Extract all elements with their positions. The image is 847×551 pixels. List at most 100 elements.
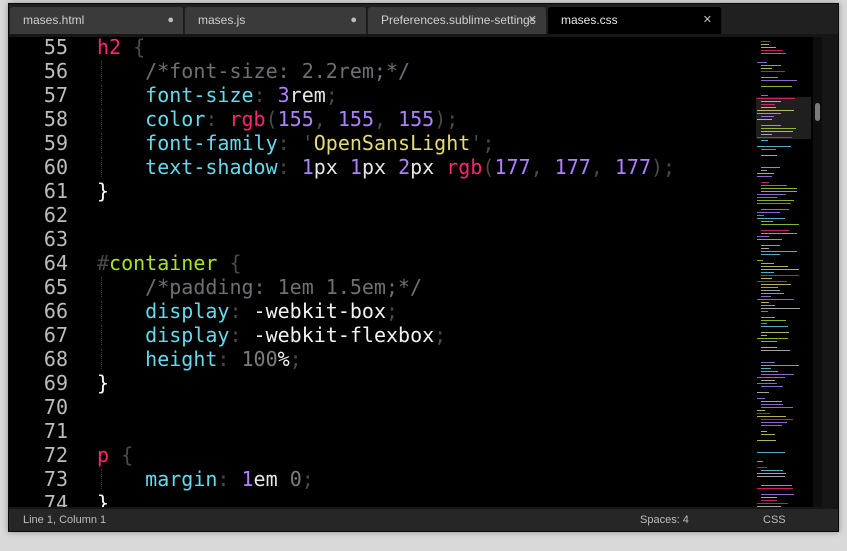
code-line[interactable]: 74} bbox=[9, 491, 749, 507]
vertical-scrollbar[interactable] bbox=[813, 37, 822, 507]
code-token: , bbox=[313, 107, 326, 131]
minimap-line bbox=[757, 110, 794, 111]
code-line[interactable]: 67 display: -webkit-flexbox; bbox=[9, 323, 749, 347]
minimap-line bbox=[761, 470, 783, 471]
unsaved-dot-icon[interactable]: ● bbox=[167, 7, 174, 34]
code-line[interactable]: 64 #container { bbox=[9, 251, 749, 275]
code-line[interactable]: 73 margin: 1em 0; bbox=[9, 467, 749, 491]
scrollbar-thumb[interactable] bbox=[815, 103, 820, 121]
code-line[interactable]: 69} bbox=[9, 371, 749, 395]
code-token: 100 bbox=[241, 347, 278, 371]
code-line[interactable]: 70 bbox=[9, 395, 749, 419]
code-token: ; bbox=[289, 347, 302, 371]
unsaved-dot-icon[interactable]: ● bbox=[350, 7, 357, 34]
indent-guide bbox=[101, 109, 102, 129]
code-line[interactable]: 63 bbox=[9, 227, 749, 251]
code-token: px bbox=[313, 155, 338, 179]
code-token: : bbox=[217, 467, 230, 491]
code-line[interactable]: 59 font-family: 'OpenSansLight'; bbox=[9, 131, 749, 155]
indent-guide bbox=[101, 61, 102, 81]
code-token: ; bbox=[663, 155, 676, 179]
tab-mases-html[interactable]: mases.html ● bbox=[10, 7, 184, 34]
code-token: : bbox=[277, 155, 290, 179]
minimap-line bbox=[761, 263, 774, 264]
minimap-line bbox=[761, 494, 794, 495]
code-editor[interactable]: 55 h2 {56/*font-size: 2.2rem;*/57 font-siz… bbox=[9, 37, 822, 507]
syntax-selector[interactable]: CSS bbox=[763, 509, 786, 531]
tab-mases-js[interactable]: mases.js ● bbox=[185, 7, 367, 34]
code-token: { bbox=[121, 443, 134, 467]
line-number: 72 bbox=[43, 443, 68, 467]
tab-preferences-sublime-settings[interactable]: Preferences.sublime-settings ✕ bbox=[368, 7, 547, 34]
code-token: rgb bbox=[446, 155, 483, 179]
code-line[interactable]: 58 color: rgb(155, 155, 155); bbox=[9, 107, 749, 131]
indentation-setting[interactable]: Spaces: 4 bbox=[640, 509, 689, 531]
code-line[interactable]: 62 bbox=[9, 203, 749, 227]
minimap-line bbox=[761, 41, 770, 42]
minimap-line bbox=[757, 146, 791, 147]
code-line[interactable]: 68 height: 100%; bbox=[9, 347, 749, 371]
minimap-line bbox=[761, 407, 793, 408]
minimap-line bbox=[761, 350, 790, 351]
minimap-line bbox=[761, 155, 777, 156]
code-text: display: -webkit-box; bbox=[145, 299, 398, 323]
code-line[interactable]: 56 /*font-size: 2.2rem;*/ bbox=[9, 59, 749, 83]
code-line[interactable]: 57 font-size: 3rem; bbox=[9, 83, 749, 107]
code-line[interactable]: 65 /*padding: 1em 1.5em;*/ bbox=[9, 275, 749, 299]
code-token: ( bbox=[482, 155, 495, 179]
code-line[interactable]: 72 p { bbox=[9, 443, 749, 467]
cursor-position[interactable]: Line 1, Column 1 bbox=[23, 509, 106, 531]
line-number: 71 bbox=[43, 419, 68, 443]
code-line[interactable]: 61} bbox=[9, 179, 749, 203]
minimap-line bbox=[761, 65, 781, 66]
line-number: 62 bbox=[43, 203, 68, 227]
code-line[interactable]: 66 display: -webkit-box; bbox=[9, 299, 749, 323]
minimap-line bbox=[757, 383, 777, 384]
minimap-line bbox=[761, 107, 776, 108]
minimap-line bbox=[761, 296, 771, 297]
close-icon[interactable]: ✕ bbox=[528, 7, 537, 34]
close-icon[interactable]: ✕ bbox=[703, 7, 712, 34]
line-number: 61 bbox=[43, 179, 68, 203]
minimap[interactable] bbox=[756, 37, 811, 507]
code-text: } bbox=[97, 179, 109, 203]
minimap-line bbox=[761, 254, 780, 255]
minimap-line bbox=[757, 98, 795, 99]
line-number: 73 bbox=[43, 467, 68, 491]
minimap-line bbox=[761, 272, 774, 273]
line-number: 74 bbox=[43, 491, 68, 507]
code-token: # bbox=[97, 251, 110, 275]
code-line[interactable]: 60 text-shadow: 1px 1px 2px rgb(177, 177,… bbox=[9, 155, 749, 179]
code-token: margin bbox=[145, 467, 218, 491]
minimap-line bbox=[757, 200, 794, 201]
minimap-line bbox=[761, 278, 772, 279]
minimap-line bbox=[761, 224, 799, 225]
indent-guide bbox=[101, 157, 102, 177]
code-token: 2 bbox=[398, 155, 411, 179]
code-token: } bbox=[97, 491, 110, 507]
minimap-line bbox=[761, 362, 775, 363]
tab-mases-css[interactable]: mases.css ✕ bbox=[548, 7, 722, 34]
code-token: : bbox=[229, 323, 242, 347]
minimap-line bbox=[761, 275, 799, 276]
line-number: 57 bbox=[43, 83, 68, 107]
indent-guide bbox=[101, 301, 102, 321]
minimap-line bbox=[757, 62, 767, 63]
line-number: 56 bbox=[43, 59, 68, 83]
minimap-line bbox=[761, 233, 797, 234]
minimap-line bbox=[757, 281, 787, 282]
minimap-line bbox=[757, 392, 769, 393]
code-token: } bbox=[97, 371, 110, 395]
minimap-line bbox=[761, 50, 783, 51]
code-token: rgb bbox=[229, 107, 266, 131]
code-line[interactable]: 71 bbox=[9, 419, 749, 443]
minimap-line bbox=[761, 371, 778, 372]
code-line[interactable]: 55 h2 { bbox=[9, 37, 749, 59]
minimap-line bbox=[761, 188, 797, 189]
minimap-line bbox=[761, 191, 797, 192]
code-token: , bbox=[530, 155, 543, 179]
